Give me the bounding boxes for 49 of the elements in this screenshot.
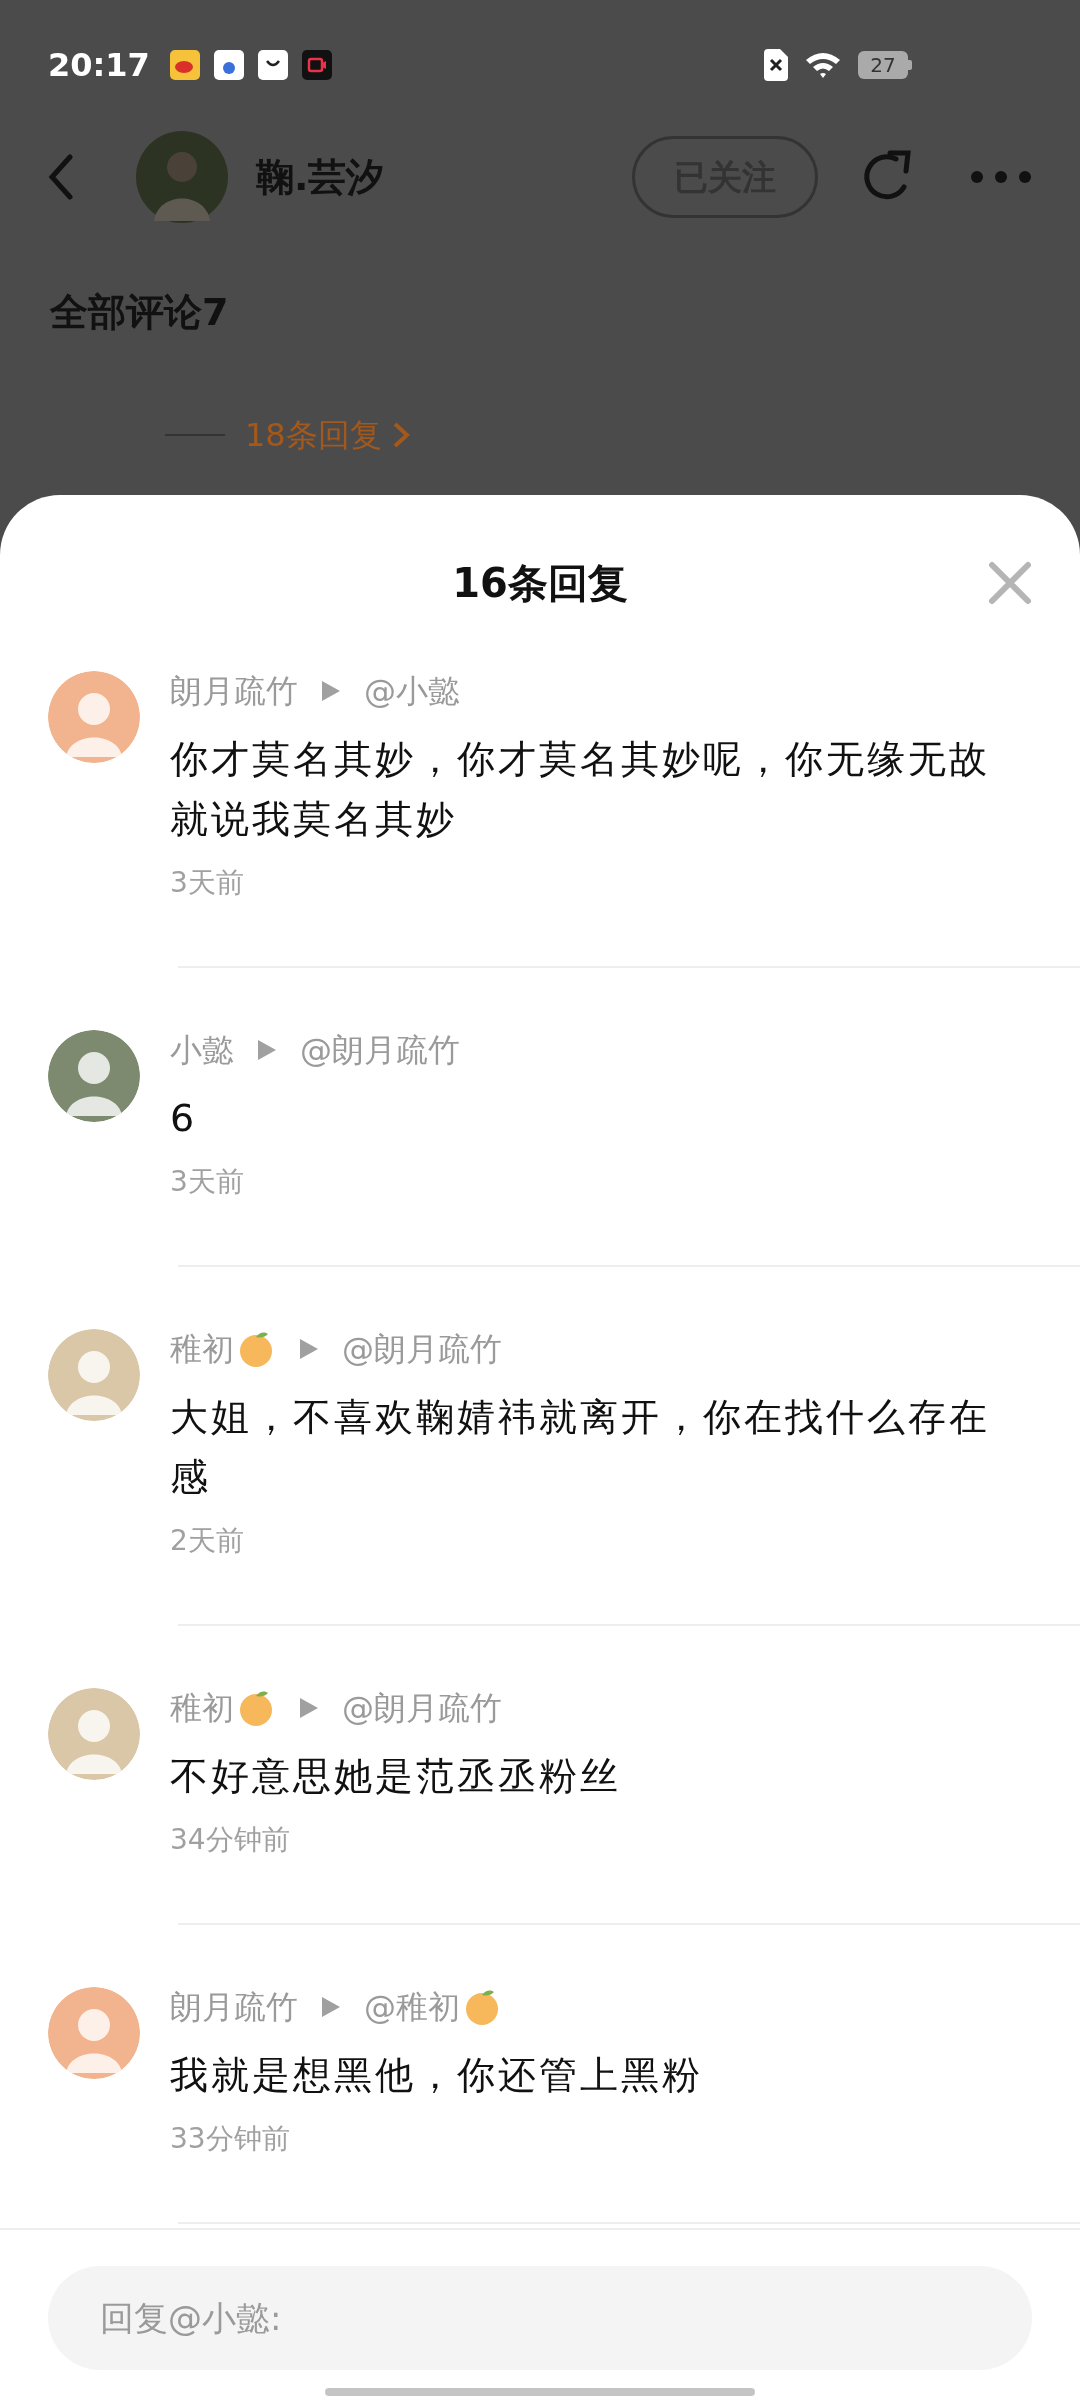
- comment-text: 你才莫名其妙，你才莫名其妙呢，你无缘无故就说我莫名其妙: [170, 736, 991, 843]
- reply-target[interactable]: @小懿: [364, 671, 460, 711]
- triangle-icon: [298, 1696, 320, 1720]
- comment-text: 不好意思她是范丞丞粉丝: [170, 1753, 622, 1800]
- wifi-icon: [804, 50, 842, 80]
- user-name[interactable]: 鞠.芸汐: [256, 148, 385, 206]
- replies-link[interactable]: 18条回复: [245, 411, 382, 459]
- triangle-icon: [320, 1995, 342, 2019]
- section-title: 全部评论7: [50, 290, 229, 334]
- app-notification-icon: [213, 50, 244, 80]
- video-icon: [301, 50, 332, 80]
- comment-time: 33分钟前: [170, 2121, 291, 2157]
- comment-time: 3天前: [170, 1164, 245, 1200]
- author-name[interactable]: 小懿: [170, 1030, 234, 1070]
- avatar[interactable]: [136, 131, 228, 223]
- bag-icon: [257, 50, 288, 80]
- triangle-icon: [298, 1337, 320, 1361]
- sheet-title: 16条回复: [452, 559, 628, 608]
- comment-time: 34分钟前: [170, 1822, 291, 1858]
- comment-text: 大姐，不喜欢鞠婧祎就离开，你在找什么存在感: [170, 1394, 991, 1501]
- comment-text: 我就是想黑他，你还管上黑粉: [170, 2052, 704, 2099]
- reply-input[interactable]: 回复@小懿:: [48, 2266, 1032, 2370]
- comment-time: 3天前: [170, 865, 245, 901]
- comment-text: 6: [170, 1095, 199, 1142]
- avatar[interactable]: [48, 1688, 140, 1780]
- battery-level: 27: [870, 52, 896, 79]
- back-icon[interactable]: [48, 154, 74, 200]
- home-indicator[interactable]: [325, 2388, 755, 2396]
- triangle-icon: [256, 1038, 278, 1062]
- triangle-icon: [320, 679, 342, 703]
- more-icon[interactable]: [970, 170, 1032, 184]
- author-name[interactable]: 稚初: [170, 1688, 234, 1728]
- reply-target[interactable]: @朗月疏竹: [342, 1329, 502, 1369]
- reply-target[interactable]: @稚初: [364, 1987, 460, 2027]
- sim-icon: [764, 49, 788, 81]
- avatar[interactable]: [48, 1987, 140, 2079]
- reply-target[interactable]: @朗月疏竹: [342, 1688, 502, 1728]
- avatar[interactable]: [48, 1329, 140, 1421]
- app-notification-icon: [169, 50, 200, 80]
- comment-time: 2天前: [170, 1523, 245, 1559]
- status-time: 20:17: [48, 45, 150, 86]
- chevron-right-icon[interactable]: [391, 421, 410, 449]
- author-name[interactable]: 朗月疏竹: [170, 671, 298, 711]
- avatar[interactable]: [48, 1030, 140, 1122]
- avatar[interactable]: [48, 671, 140, 763]
- author-name[interactable]: 朗月疏竹: [170, 1987, 298, 2027]
- reply-target[interactable]: @朗月疏竹: [300, 1030, 460, 1070]
- close-icon[interactable]: [988, 561, 1032, 605]
- author-name[interactable]: 稚初: [170, 1329, 234, 1369]
